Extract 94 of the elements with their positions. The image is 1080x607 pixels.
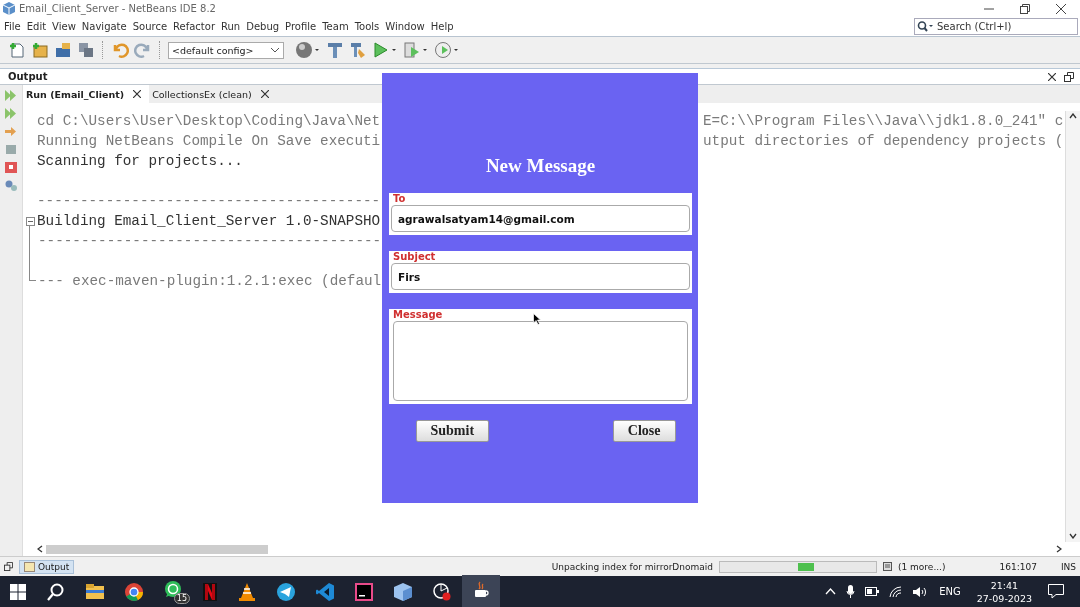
more-tasks-link[interactable]: (1 more...)	[898, 561, 946, 572]
menu-item[interactable]: Edit	[26, 21, 47, 32]
menu-item[interactable]: View	[52, 21, 76, 32]
close-icon[interactable]	[260, 90, 269, 98]
clean-build-icon[interactable]	[349, 41, 367, 59]
battery-icon[interactable]	[865, 587, 880, 596]
dialog-button[interactable]: Close	[612, 420, 676, 442]
config-dropdown[interactable]: <default config>	[168, 41, 284, 59]
output-tab[interactable]: Run (Email_Client)	[23, 85, 150, 103]
search-icon[interactable]	[47, 582, 65, 601]
settings-icon[interactable]	[4, 179, 18, 192]
fold-line	[29, 226, 36, 281]
field-label: To	[392, 193, 406, 205]
input-field[interactable]: Firs	[391, 263, 690, 290]
window-title: Email_Client_Server - NetBeans IDE 8.2	[19, 3, 216, 14]
vertical-scrollbar[interactable]	[1065, 111, 1080, 542]
console-line: Scanning for projects...	[37, 152, 243, 171]
speaker-icon[interactable]	[913, 585, 929, 598]
new-project-icon[interactable]	[31, 41, 49, 59]
window-icon	[24, 561, 35, 572]
console-line: E=C:\\Program Files\\Java\\jdk1.8.0_241" c	[703, 112, 1064, 131]
menu-item[interactable]: Run	[221, 21, 241, 32]
java-app-icon[interactable]	[462, 574, 500, 607]
profile-icon[interactable]	[434, 41, 460, 59]
fold-icon[interactable]	[25, 216, 35, 226]
insert-mode: INS	[1060, 561, 1076, 572]
menu-item[interactable]: Refactor	[173, 21, 215, 32]
menu-item[interactable]: Team	[322, 21, 349, 32]
menu-item[interactable]: File	[4, 21, 21, 32]
microphone-icon[interactable]	[846, 584, 856, 599]
field-label: Subject	[392, 251, 436, 263]
cone-icon[interactable]	[238, 582, 256, 601]
console-line: Building Email_Client_Server 1.0-SNAPSHO	[37, 212, 381, 231]
save-all-icon[interactable]	[77, 41, 95, 59]
output-window-button[interactable]: Output	[19, 559, 75, 574]
menu-item[interactable]: Tools	[354, 21, 380, 32]
run-icon[interactable]	[372, 41, 398, 59]
open-folder-icon[interactable]	[54, 41, 72, 59]
close-icon[interactable]	[1056, 3, 1066, 14]
screen-recorder-icon[interactable]	[433, 582, 451, 601]
scroll-down-icon[interactable]	[1069, 533, 1077, 539]
new-file-icon[interactable]	[8, 41, 26, 59]
clock[interactable]: 21:41 27-09-2023	[976, 578, 1032, 605]
ide-app-icon[interactable]	[355, 582, 373, 601]
hammer-icon[interactable]	[326, 41, 344, 59]
search-icon[interactable]	[917, 21, 933, 32]
notification-badge: 15	[173, 592, 190, 604]
chevron-up-icon[interactable]	[825, 588, 837, 595]
menu-item[interactable]: Help	[430, 21, 454, 32]
restore-icon[interactable]	[4, 562, 13, 571]
start-icon[interactable]	[10, 583, 26, 600]
mouse-cursor-icon	[533, 313, 541, 325]
close-icon[interactable]	[133, 90, 142, 98]
folder-icon[interactable]	[86, 584, 104, 599]
search-field[interactable]: Search (Ctrl+I)	[914, 18, 1078, 35]
dialog-title: New Message	[485, 155, 596, 177]
console-line: ----------------------------------------	[37, 192, 381, 211]
cursor-position: 161:107	[999, 561, 1037, 572]
console-line: utput directories of dependency projects (	[703, 132, 1064, 151]
stop-icon[interactable]	[4, 161, 18, 174]
menu-item[interactable]: Window	[385, 21, 425, 32]
dialog-button[interactable]: Submit	[415, 420, 490, 442]
console-line: --- exec-maven-plugin:1.2.1:exec (defaul	[38, 272, 382, 291]
caret-icon	[270, 47, 280, 53]
menu-item[interactable]: Source	[132, 21, 168, 32]
notifications-icon[interactable]	[1048, 584, 1064, 599]
restore-icon[interactable]	[1064, 71, 1074, 82]
scroll-left-icon[interactable]	[37, 545, 43, 553]
code-editor-icon[interactable]	[316, 582, 334, 601]
console-line: ----------------------------------------	[38, 232, 382, 251]
console-line: Running NetBeans Compile On Save executi	[37, 132, 381, 151]
restore-icon[interactable]	[1020, 3, 1030, 14]
media-app-icon[interactable]	[203, 582, 217, 601]
output-tab[interactable]: CollectionsEx (clean)	[149, 85, 275, 103]
scroll-up-icon[interactable]	[1069, 113, 1077, 119]
scroll-right-icon[interactable]	[1056, 545, 1062, 553]
tasks-icon[interactable]	[883, 562, 892, 571]
menu-item[interactable]: Profile	[285, 21, 317, 32]
console-line: cd C:\Users\User\Desktop\Coding\Java\Net	[37, 112, 381, 131]
close-icon[interactable]	[1048, 72, 1056, 81]
wifi-icon[interactable]	[889, 585, 904, 598]
menu-item[interactable]: Debug	[246, 21, 280, 32]
panel-title: Output	[8, 71, 48, 82]
status-text: Unpacking index for mirrorDnomaid	[551, 561, 713, 572]
field-label: Message	[392, 309, 443, 321]
message-field[interactable]	[393, 321, 688, 401]
cube-icon[interactable]	[394, 582, 412, 601]
globe-icon[interactable]	[295, 41, 321, 59]
menu-item[interactable]: Navigate	[81, 21, 127, 32]
scroll-thumb[interactable]	[46, 544, 268, 554]
paper-plane-icon[interactable]	[277, 582, 295, 601]
browser-icon[interactable]	[125, 582, 143, 601]
language-indicator[interactable]: ENG	[939, 586, 961, 597]
input-field[interactable]: agrawalsatyam14@gmail.com	[391, 205, 690, 232]
